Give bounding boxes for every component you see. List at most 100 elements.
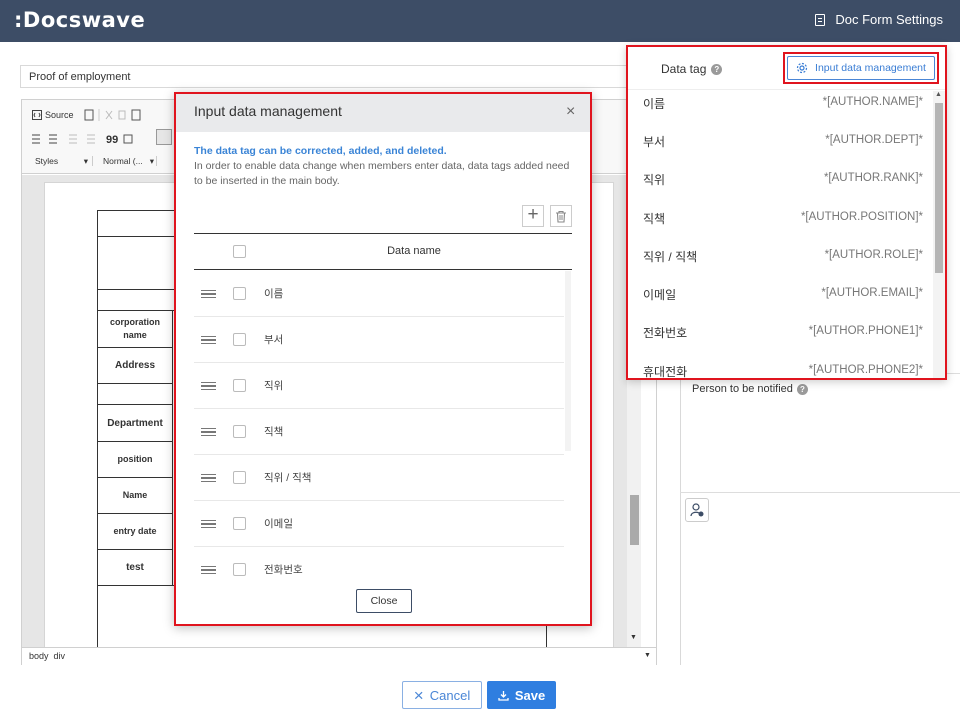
drag-handle-icon[interactable] [201,336,216,344]
data-tag-scrollbar[interactable]: ▲ [933,91,945,378]
modal-close-icon[interactable]: × [566,103,575,121]
row-checkbox[interactable] [233,517,246,530]
modal-desc: In order to enable data change when memb… [194,160,570,187]
delete-data-button[interactable] [550,205,572,227]
doc-form-settings-label: Doc Form Settings [835,12,943,27]
row-checkbox[interactable] [233,333,246,346]
data-tag-item[interactable]: 직위 / 직책 *[AUTHOR.ROLE]* [628,246,933,284]
drag-handle-icon[interactable] [201,428,216,436]
data-tag-item[interactable]: 직위 *[AUTHOR.RANK]* [628,169,933,207]
path-div[interactable]: div [54,651,66,661]
panel-scroll-down-icon[interactable]: ▼ [644,652,651,659]
row-checkbox[interactable] [233,287,246,300]
data-tag-item[interactable]: 부서 *[AUTHOR.DEPT]* [628,131,933,169]
align-left-button[interactable] [156,129,172,145]
tag-code: *[AUTHOR.DEPT]* [825,134,923,146]
notify-divider [680,492,960,493]
label-address: Address [97,347,173,384]
modal-header: Input data management × [176,94,590,132]
editor-scroll-thumb[interactable] [630,495,639,545]
row-checkbox[interactable] [233,425,246,438]
table-row[interactable]: 직책 [194,409,564,455]
notify-label: Person to be notified ? [692,383,808,395]
input-data-management-button[interactable]: Input data management [787,56,935,80]
app-header: :Docswave Doc Form Settings [0,0,960,42]
data-tag-title: Data tag ? [661,62,723,76]
source-icon [32,110,42,120]
help-icon[interactable]: ? [711,63,723,75]
table-row[interactable]: 이메일 [194,501,564,547]
row-label: 이메일 [264,518,293,530]
row-checkbox[interactable] [233,471,246,484]
data-tag-item[interactable]: 전화번호 *[AUTHOR.PHONE1]* [628,322,933,360]
label-entry-date: entry date [97,513,173,550]
styles-label: Styles [35,156,59,166]
data-tag-item[interactable]: 이름 *[AUTHOR.NAME]* [628,93,933,131]
scroll-down-icon[interactable]: ▼ [630,634,637,641]
tag-code: *[AUTHOR.PHONE1]* [808,325,923,337]
styles-dropdown[interactable]: Styles ▾ [35,156,93,166]
column-header-data-name: Data name [387,245,441,257]
table-spacer-cell [97,383,173,405]
tag-code: *[AUTHOR.POSITION]* [800,211,923,223]
data-tag-panel: Data tag ? Input data management 이름 *[AUT… [626,45,947,380]
label-corporation-name: corporation name [97,310,173,348]
drag-handle-icon[interactable] [201,290,216,298]
editor-status-path: body div [22,647,656,665]
table-row[interactable]: 직위 [194,363,564,409]
row-checkbox[interactable] [233,563,246,576]
source-button[interactable]: Source [32,110,74,120]
format-label: Normal (... [103,156,143,166]
data-tag-item[interactable]: 이메일 *[AUTHOR.EMAIL]* [628,284,933,322]
source-label: Source [45,110,74,120]
drag-handle-icon[interactable] [201,566,216,574]
label-department: Department [97,404,173,442]
cancel-label: Cancel [429,687,471,703]
input-data-management-modal: Input data management × The data tag can… [174,92,592,626]
drag-handle-icon[interactable] [201,520,216,528]
tag-name: 부서 [643,135,666,149]
tag-name: 이메일 [643,288,677,302]
data-tag-item[interactable]: 직책 *[AUTHOR.POSITION]* [628,208,933,246]
scroll-up-icon[interactable]: ▲ [935,91,942,98]
drag-handle-icon[interactable] [201,382,216,390]
table-scrollbar[interactable] [565,271,571,451]
table-row[interactable]: 전화번호 [194,547,564,576]
row-checkbox[interactable] [233,379,246,392]
data-tag-item[interactable]: 휴대전화 *[AUTHOR.PHONE2]* [628,361,933,379]
data-tag-title-text: Data tag [661,62,707,76]
tag-name: 휴대전화 [643,365,688,379]
tag-name: 직위 [643,173,666,187]
dropdown-arrow-icon: ▾ [83,156,88,166]
save-label: Save [514,687,546,703]
add-data-button[interactable]: + [522,205,544,227]
row-label: 부서 [264,334,284,346]
data-name-table: Data name 이름 부서 직위 직책 직위 / 직책 이메일 전화번호 [194,233,574,576]
help-icon[interactable]: ? [796,383,808,395]
add-person-button[interactable] [685,498,709,522]
toolbar-icons-row2[interactable]: 99 [32,133,172,145]
row-label: 직위 [264,380,284,392]
save-button[interactable]: Save [487,681,556,709]
docswave-logo[interactable]: :Docswave [14,8,145,32]
table-row[interactable]: 이름 [194,271,564,317]
table-row[interactable]: 부서 [194,317,564,363]
data-tag-scroll-thumb[interactable] [935,103,943,273]
tag-name: 이름 [643,97,666,111]
svg-text:99: 99 [106,134,118,145]
toolbar-icons-row1[interactable] [84,109,164,121]
doc-form-settings[interactable]: Doc Form Settings [815,12,943,27]
path-body[interactable]: body [29,651,49,661]
drag-handle-icon[interactable] [201,474,216,482]
tag-code: *[AUTHOR.PHONE2]* [808,364,923,376]
cancel-button[interactable]: × Cancel [402,681,482,709]
add-person-icon [690,503,704,517]
notify-label-text: Person to be notified [692,383,793,395]
document-title-input[interactable]: Proof of employment [20,65,632,88]
table-row[interactable]: 직위 / 직책 [194,455,564,501]
format-dropdown[interactable]: Normal (... ▾ [103,156,157,166]
close-icon: × [413,685,424,705]
document-icon [815,13,826,26]
modal-close-button[interactable]: Close [356,589,412,613]
label-test: test [97,549,173,586]
